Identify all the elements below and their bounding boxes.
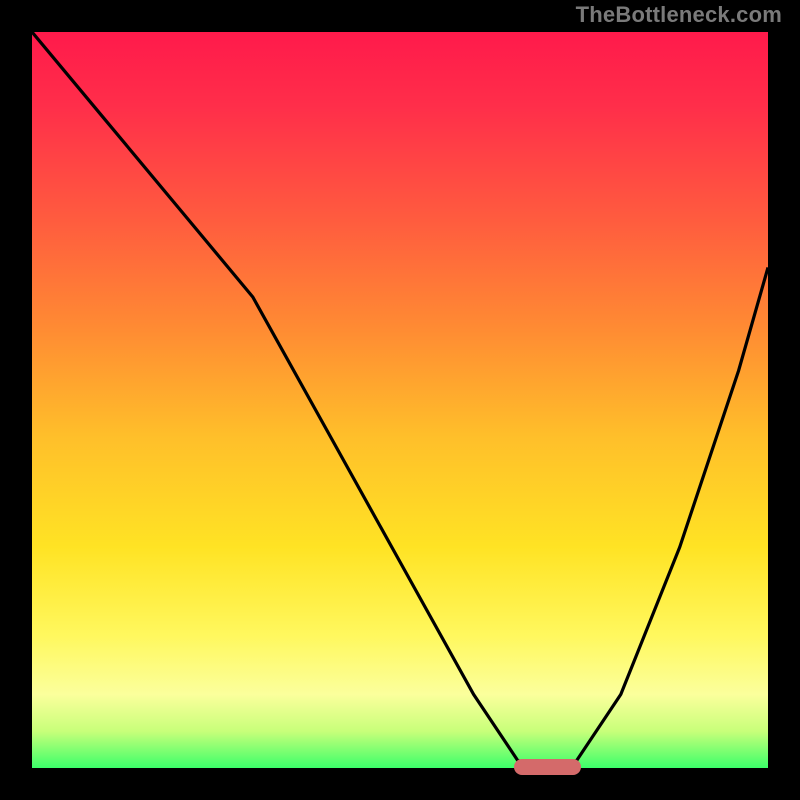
optimal-range-marker (514, 759, 581, 775)
bottleneck-curve (32, 32, 768, 768)
chart-frame: TheBottleneck.com (0, 0, 800, 800)
chart-plot-area (32, 32, 768, 768)
watermark-text: TheBottleneck.com (576, 4, 782, 26)
curve-path (32, 32, 768, 768)
